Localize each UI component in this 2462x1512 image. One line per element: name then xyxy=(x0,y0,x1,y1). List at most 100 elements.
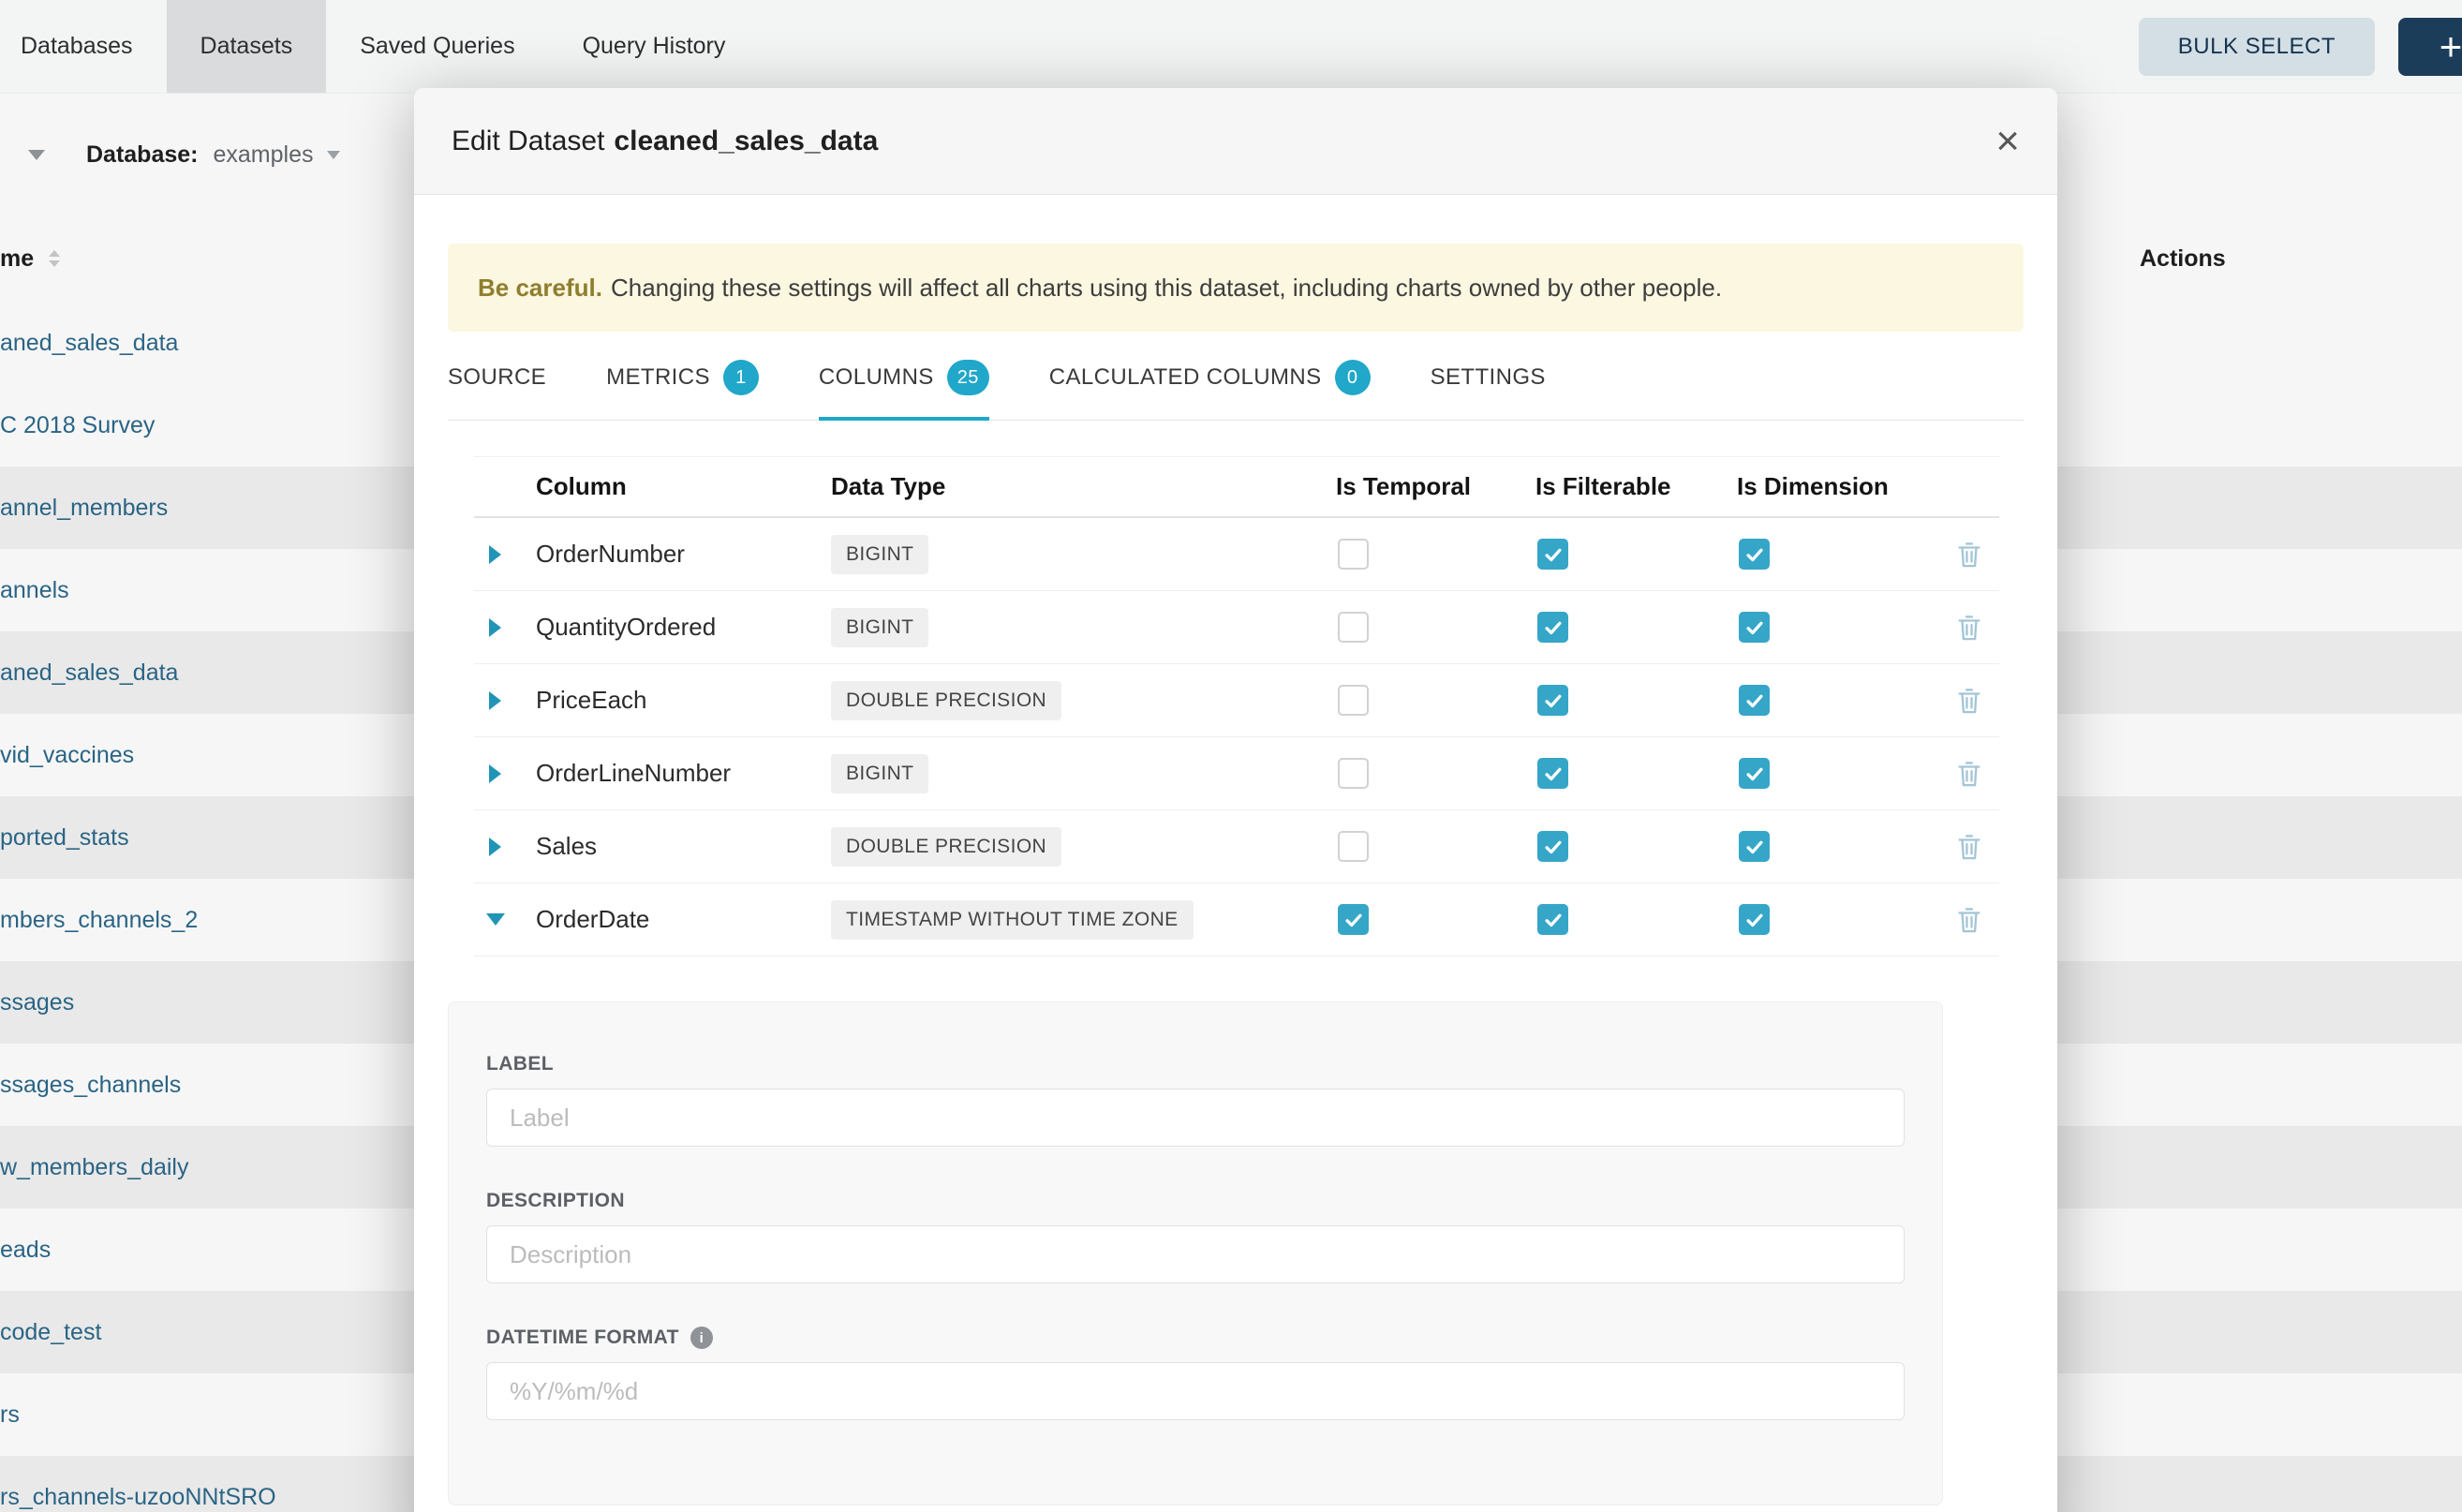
is-temporal-checkbox[interactable] xyxy=(1338,831,1369,862)
close-icon[interactable]: × xyxy=(1995,121,2020,162)
tab-settings[interactable]: SETTINGS xyxy=(1431,360,1546,420)
dataset-link[interactable]: C 2018 Survey xyxy=(0,412,155,439)
tab-columns[interactable]: COLUMNS25 xyxy=(819,360,989,420)
info-icon[interactable]: i xyxy=(690,1327,713,1349)
column-header-data-type: Data Type xyxy=(831,472,1336,501)
nav-item-databases[interactable]: Databases xyxy=(0,0,167,93)
is-dimension-checkbox[interactable] xyxy=(1739,612,1770,643)
checkbox-cell xyxy=(1535,758,1737,789)
modal-title: Edit Datasetcleaned_sales_data xyxy=(452,126,878,157)
is-dimension-checkbox[interactable] xyxy=(1739,758,1770,789)
checkbox-cell xyxy=(1737,539,1938,570)
chevron-down-icon[interactable] xyxy=(327,151,340,159)
nav-item-datasets[interactable]: Datasets xyxy=(167,0,327,93)
is-temporal-checkbox[interactable] xyxy=(1338,758,1369,789)
delete-column-icon[interactable] xyxy=(1956,833,1982,861)
is-dimension-checkbox[interactable] xyxy=(1739,539,1770,570)
is-filterable-checkbox[interactable] xyxy=(1537,685,1568,716)
delete-column-icon[interactable] xyxy=(1956,906,1982,934)
is-filterable-checkbox[interactable] xyxy=(1537,831,1568,862)
dataset-link[interactable]: ssages xyxy=(0,989,74,1016)
dataset-link[interactable]: vid_vaccines xyxy=(0,742,134,769)
expand-caret-icon[interactable] xyxy=(489,618,501,637)
dataset-link[interactable]: rs_channels-uzooNNtSRO xyxy=(0,1484,276,1511)
column-header-is-filterable: Is Filterable xyxy=(1535,472,1737,501)
is-dimension-checkbox[interactable] xyxy=(1739,904,1770,935)
datetime-format-label-text: DATETIME FORMAT xyxy=(486,1327,679,1349)
checkbox-cell xyxy=(1336,758,1535,789)
is-temporal-checkbox[interactable] xyxy=(1338,539,1369,570)
dataset-link[interactable]: ssages_channels xyxy=(0,1072,181,1099)
modal-body: Be careful. Changing these settings will… xyxy=(414,244,2057,1505)
dataset-link[interactable]: aned_sales_data xyxy=(0,330,178,357)
collapse-caret-icon[interactable] xyxy=(486,913,505,926)
dataset-link[interactable]: aned_sales_data xyxy=(0,660,178,687)
sort-icon[interactable] xyxy=(49,250,60,267)
database-filter-label: Database: xyxy=(86,141,199,169)
columns-table-rows: OrderNumberBIGINTQuantityOrderedBIGINTPr… xyxy=(474,518,1999,956)
datetime-format-input[interactable] xyxy=(486,1362,1905,1420)
dataset-link[interactable]: ported_stats xyxy=(0,824,129,852)
column-name: OrderDate xyxy=(536,905,831,934)
dataset-link[interactable]: eads xyxy=(0,1237,51,1264)
delete-cell xyxy=(1938,687,1999,715)
is-temporal-checkbox[interactable] xyxy=(1338,685,1369,716)
description-field: DESCRIPTION xyxy=(486,1190,1905,1283)
description-input[interactable] xyxy=(486,1225,1905,1283)
label-field-label: LABEL xyxy=(486,1053,1905,1075)
tab-metrics[interactable]: METRICS1 xyxy=(606,360,759,420)
expand-caret-icon[interactable] xyxy=(489,838,501,856)
edit-dataset-modal: Edit Datasetcleaned_sales_data × Be care… xyxy=(414,88,2057,1512)
expand-caret-icon[interactable] xyxy=(489,764,501,783)
data-type-pill: DOUBLE PRECISION xyxy=(831,827,1061,867)
checkbox-cell xyxy=(1535,831,1737,862)
column-header-is-temporal: Is Temporal xyxy=(1336,472,1535,501)
dataset-link[interactable]: annel_members xyxy=(0,495,168,522)
is-filterable-checkbox[interactable] xyxy=(1537,904,1568,935)
nav-item-query-history[interactable]: Query History xyxy=(549,0,760,93)
bulk-select-button[interactable]: BULK SELECT xyxy=(2139,18,2375,76)
label-input[interactable] xyxy=(486,1089,1905,1147)
checkbox-cell xyxy=(1737,685,1938,716)
delete-cell xyxy=(1938,541,1999,569)
is-dimension-checkbox[interactable] xyxy=(1739,831,1770,862)
checkbox-cell xyxy=(1336,539,1535,570)
nav-item-saved-queries[interactable]: Saved Queries xyxy=(326,0,548,93)
is-filterable-checkbox[interactable] xyxy=(1537,758,1568,789)
delete-column-icon[interactable] xyxy=(1956,687,1982,715)
column-header-column: Column xyxy=(536,472,831,501)
tab-label: CALCULATED COLUMNS xyxy=(1049,364,1322,391)
checkbox-cell xyxy=(1737,831,1938,862)
column-name: OrderNumber xyxy=(536,540,831,569)
is-temporal-checkbox[interactable] xyxy=(1338,904,1369,935)
tab-source[interactable]: SOURCE xyxy=(448,360,546,420)
dataset-link[interactable]: w_members_daily xyxy=(0,1154,188,1181)
data-type-pill: BIGINT xyxy=(831,754,928,793)
is-dimension-checkbox[interactable] xyxy=(1739,685,1770,716)
dataset-link[interactable]: mbers_channels_2 xyxy=(0,907,198,934)
checkbox-cell xyxy=(1336,612,1535,643)
delete-cell xyxy=(1938,614,1999,642)
is-temporal-checkbox[interactable] xyxy=(1338,612,1369,643)
data-type-cell: BIGINT xyxy=(831,754,1336,793)
column-row: OrderNumberBIGINT xyxy=(474,518,1999,591)
caret-cell xyxy=(474,691,536,710)
is-filterable-checkbox[interactable] xyxy=(1537,539,1568,570)
dataset-link[interactable]: code_test xyxy=(0,1319,101,1346)
dataset-link[interactable]: annels xyxy=(0,577,69,604)
add-dataset-button[interactable]: + xyxy=(2398,18,2462,76)
expand-caret-icon[interactable] xyxy=(489,545,501,564)
delete-column-icon[interactable] xyxy=(1956,614,1982,642)
delete-column-icon[interactable] xyxy=(1956,760,1982,788)
chevron-down-icon[interactable] xyxy=(28,150,45,160)
delete-column-icon[interactable] xyxy=(1956,541,1982,569)
column-row: OrderLineNumberBIGINT xyxy=(474,737,1999,810)
database-filter-value[interactable]: examples xyxy=(214,141,314,169)
top-navigation: DatabasesDatasetsSaved QueriesQuery Hist… xyxy=(0,0,2462,94)
is-filterable-checkbox[interactable] xyxy=(1537,612,1568,643)
dataset-link[interactable]: rs xyxy=(0,1401,20,1429)
checkbox-cell xyxy=(1535,612,1737,643)
tab-calculated-columns[interactable]: CALCULATED COLUMNS0 xyxy=(1049,360,1371,420)
data-type-pill: BIGINT xyxy=(831,608,928,647)
expand-caret-icon[interactable] xyxy=(489,691,501,710)
